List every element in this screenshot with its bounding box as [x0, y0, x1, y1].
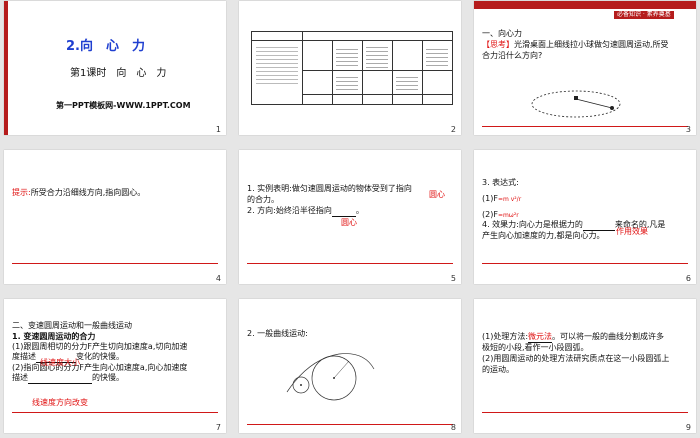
slide-subtitle: 第1课时 向 心 力: [70, 68, 167, 79]
answer-text: 作用效果: [616, 227, 648, 236]
answer-text: 线速度方向改变: [32, 398, 88, 407]
slide-number: 7: [215, 423, 221, 432]
answer-text: 圆心: [341, 218, 357, 227]
hint-label: 提示:: [12, 188, 31, 197]
footer-line: [12, 263, 218, 264]
slide-footer: 第一PPT模板网-WWW.1PPT.COM: [56, 101, 191, 110]
content-line-4: 描述 的快慢。: [12, 373, 124, 384]
slide-1-thumbnail[interactable]: 2.向 心 力 第1课时 向 心 力 第一PPT模板网-WWW.1PPT.COM…: [4, 1, 226, 135]
footer-line: [247, 424, 453, 425]
slide-6-thumbnail[interactable]: 3. 表达式: (1)F=m v²/r (2)F=mω²r 4. 效果力:向心力…: [474, 150, 696, 284]
slide-2-thumbnail[interactable]: 2: [239, 1, 461, 135]
slide-number: 1: [215, 125, 221, 134]
footer-line: [12, 412, 218, 413]
content-line-1: (1)处理方法:微元法。可以将一般的曲线分割成许多: [482, 332, 665, 343]
footer-line: [247, 263, 453, 264]
content-line-3: (2)指向圆心的分力F产生向心加速度a,向心加速度: [12, 363, 188, 372]
answer-text: 圆心: [429, 190, 445, 199]
content-line-5: 产生向心加速度的力,都是向心力。: [482, 231, 605, 240]
footer-line: [482, 412, 688, 413]
content-line-3: 2. 方向:始终沿半径指向 。: [247, 206, 364, 217]
footer-line: [482, 263, 688, 264]
summary-table: [251, 31, 453, 105]
answer-text: 微元法: [528, 332, 553, 343]
slide-title: 2.向 心 力: [66, 39, 145, 54]
curve-motion-diagram: [286, 353, 375, 401]
content-line-3: (2)用圆周运动的处理方法研究质点在这一小段圆弧上: [482, 354, 670, 363]
slide-number: 9: [685, 423, 691, 432]
hint-text: 提示:所受合力沿细线方向,指向圆心。: [12, 188, 146, 197]
content-line-1: (1)跟圆周相切的分力F产生切向加速度a,切向加速: [12, 342, 188, 351]
slide-accent-bar: [4, 1, 8, 135]
slide-8-thumbnail[interactable]: 2. 一般曲线运动: 8: [239, 299, 461, 433]
slide-number: 8: [450, 423, 456, 432]
slide-number: 3: [685, 125, 691, 134]
circle-motion-diagram: [531, 90, 621, 118]
slide-5-thumbnail[interactable]: 1. 实例表明:做匀速圆周运动的物体受到了指向 圆心 的合力。 2. 方向:始终…: [239, 150, 461, 284]
content-line-4: 的运动。: [482, 365, 514, 374]
content-line-2: 极短的小段,看作一小段圆弧。: [482, 343, 589, 352]
slide-number: 5: [450, 274, 456, 283]
slide-number: 2: [450, 125, 456, 134]
slide-number: 6: [685, 274, 691, 283]
sub-heading: 1. 变速圆周运动的合力: [12, 332, 96, 341]
slide-9-thumbnail[interactable]: (1)处理方法:微元法。可以将一般的曲线分割成许多 极短的小段,看作一小段圆弧。…: [474, 299, 696, 433]
formula-1: (1)F=m v²/r: [482, 194, 522, 203]
slide-3-thumbnail[interactable]: 必备知识 · 素养奠基 一、向心力 【思考】光滑桌面上细线拉小球做匀速圆周运动,…: [474, 1, 696, 135]
slide-7-thumbnail[interactable]: 二、变速圆周运动和一般曲线运动 1. 变速圆周运动的合力 (1)跟圆周相切的分力…: [4, 299, 226, 433]
slide-number: 4: [215, 274, 221, 283]
answer-text: 线速度大小: [40, 358, 80, 367]
content-line-1: 3. 表达式:: [482, 178, 519, 187]
slide-4-thumbnail[interactable]: 提示:所受合力沿细线方向,指向圆心。 4: [4, 150, 226, 284]
section-heading: 二、变速圆周运动和一般曲线运动: [12, 321, 132, 330]
content-line-1: 1. 实例表明:做匀速圆周运动的物体受到了指向: [247, 184, 412, 193]
footer-line: [482, 126, 688, 127]
content-line-2: 的合力。: [247, 195, 279, 204]
